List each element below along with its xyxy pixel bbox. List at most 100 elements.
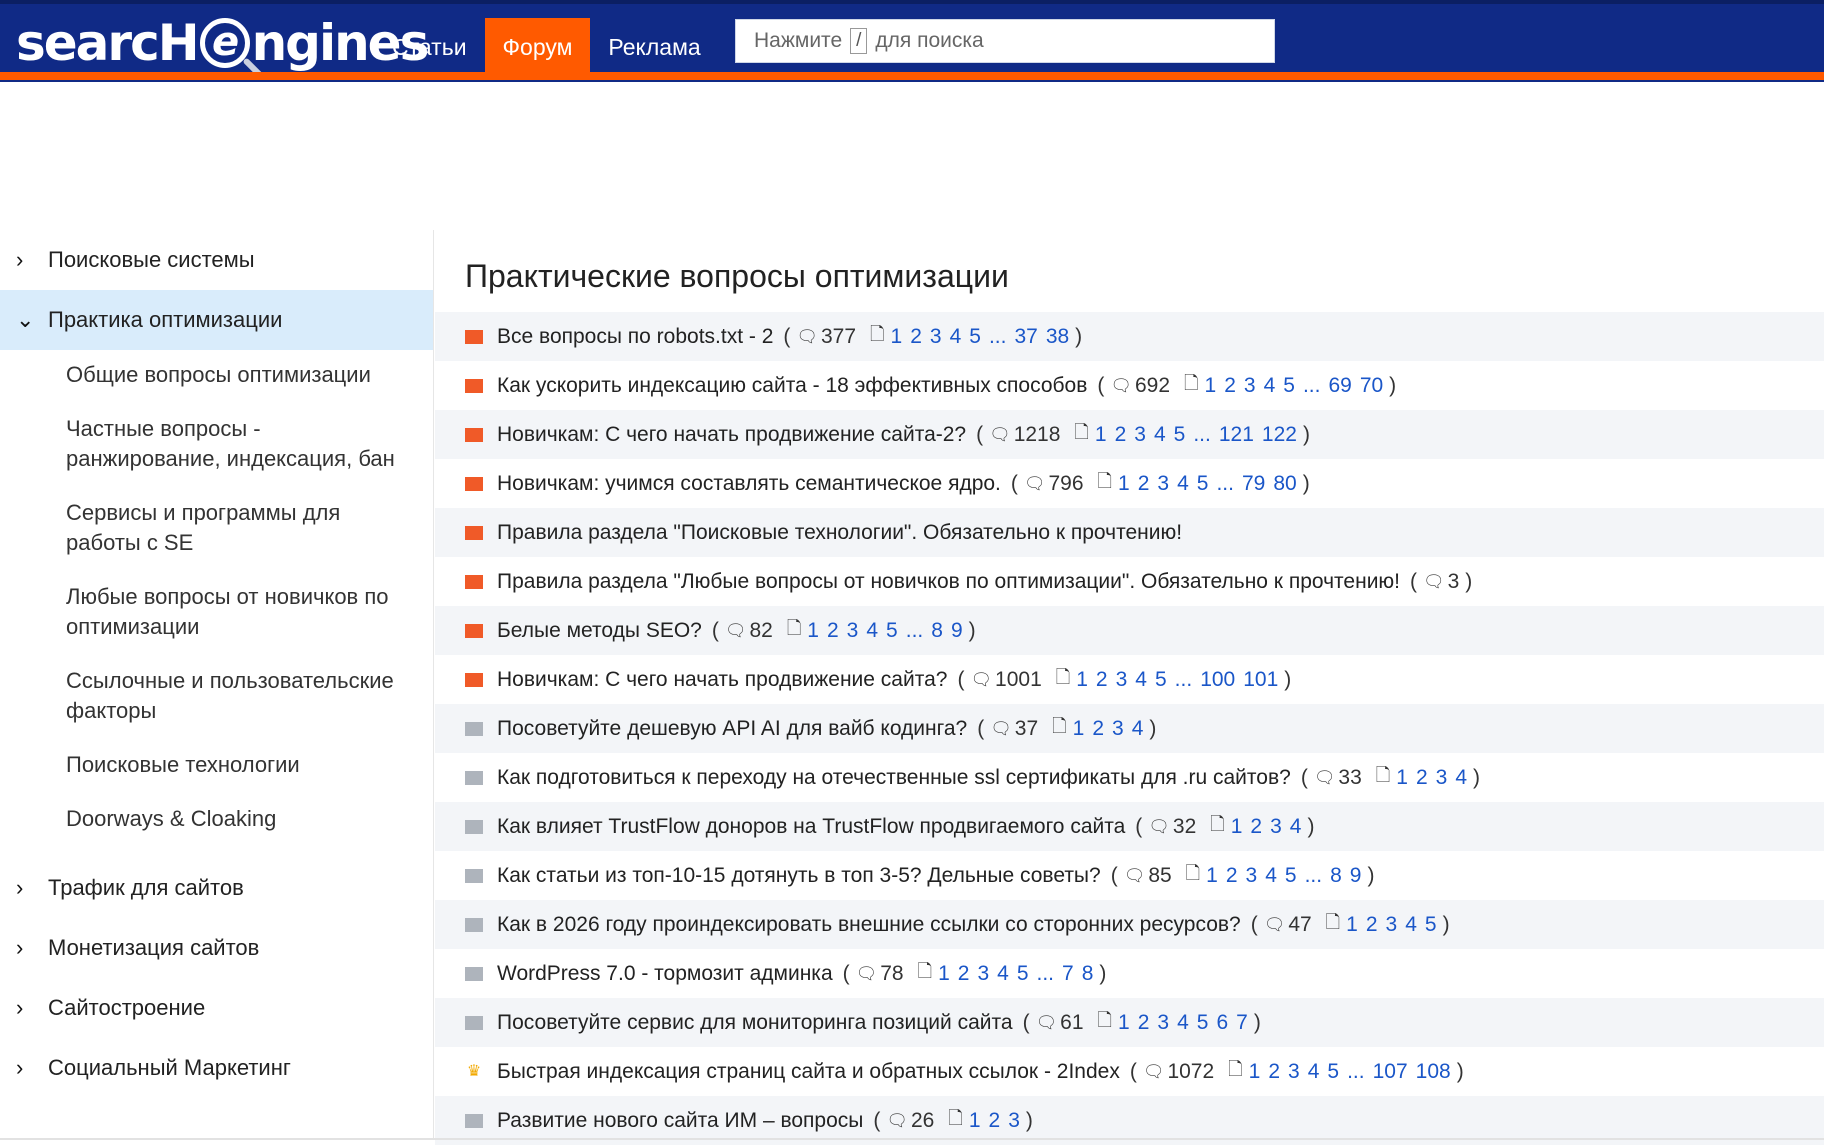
search-input[interactable]: Нажмите / для поиска bbox=[735, 19, 1275, 63]
page-link[interactable]: 1 bbox=[1346, 913, 1358, 937]
topic-row[interactable]: Посоветуйте дешевую API AI для вайб коди… bbox=[435, 704, 1824, 753]
page-link[interactable]: 6 bbox=[1216, 1011, 1228, 1035]
nav-forum[interactable]: Форум bbox=[484, 18, 591, 76]
page-link[interactable]: 4 bbox=[1177, 1011, 1189, 1035]
topic-title-link[interactable]: Быстрая индексация страниц сайта и обрат… bbox=[497, 1060, 1120, 1084]
page-link[interactable]: 4 bbox=[997, 962, 1009, 986]
sidebar-subitem[interactable]: Общие вопросы оптимизации bbox=[0, 360, 433, 390]
nav-articles[interactable]: Статьи bbox=[374, 18, 485, 76]
page-link[interactable]: 3 bbox=[1008, 1109, 1020, 1133]
topic-row[interactable]: Новичкам: учимся составлять семантическо… bbox=[435, 459, 1824, 508]
page-link[interactable]: 5 bbox=[969, 325, 981, 349]
page-link[interactable]: 3 bbox=[1288, 1060, 1300, 1084]
page-link[interactable]: 79 bbox=[1242, 472, 1265, 496]
page-link[interactable]: 3 bbox=[1244, 374, 1256, 398]
page-link[interactable]: 2 bbox=[1224, 374, 1236, 398]
page-link[interactable]: 4 bbox=[1405, 913, 1417, 937]
page-link[interactable]: 3 bbox=[1386, 913, 1398, 937]
sidebar-section-seo-practice[interactable]: ⌄ Практика оптимизации bbox=[0, 290, 433, 350]
sidebar-section-site-building[interactable]: › Сайтостроение bbox=[0, 978, 433, 1038]
sidebar-section-traffic[interactable]: › Трафик для сайтов bbox=[0, 858, 433, 918]
page-link[interactable]: 2 bbox=[1092, 717, 1104, 741]
page-link[interactable]: 2 bbox=[958, 962, 970, 986]
page-link[interactable]: 4 bbox=[1264, 374, 1276, 398]
page-link[interactable]: 5 bbox=[1197, 1011, 1209, 1035]
page-link[interactable]: 1 bbox=[1073, 717, 1085, 741]
page-link[interactable]: 5 bbox=[1174, 423, 1186, 447]
page-link[interactable]: 3 bbox=[1134, 423, 1146, 447]
page-link[interactable]: 1 bbox=[1205, 374, 1217, 398]
page-link[interactable]: 8 bbox=[1330, 864, 1342, 888]
sidebar-subitem[interactable]: Ссылочные и пользовательские факторы bbox=[0, 666, 433, 726]
page-link[interactable]: 2 bbox=[910, 325, 922, 349]
page-link[interactable]: 4 bbox=[1135, 668, 1147, 692]
topic-title-link[interactable]: Все вопросы по robots.txt - 2 bbox=[497, 325, 773, 349]
topic-title-link[interactable]: Белые методы SEO? bbox=[497, 619, 702, 643]
page-link[interactable]: 3 bbox=[1246, 864, 1258, 888]
page-link[interactable]: 1 bbox=[807, 619, 819, 643]
page-link[interactable]: 1 bbox=[1095, 423, 1107, 447]
page-link[interactable]: 2 bbox=[1138, 472, 1150, 496]
site-logo[interactable]: searcH e ngines bbox=[16, 10, 429, 76]
sidebar-section-social-marketing[interactable]: › Социальный Маркетинг bbox=[0, 1038, 433, 1098]
page-link[interactable]: 2 bbox=[1115, 423, 1127, 447]
page-link[interactable]: 2 bbox=[1416, 766, 1428, 790]
topic-row[interactable]: Посоветуйте сервис для мониторинга позиц… bbox=[435, 998, 1824, 1047]
topic-row[interactable]: Все вопросы по robots.txt - 2 (🗨 377 🗋 1 2 3 4 5… bbox=[435, 312, 1824, 361]
page-link[interactable]: 5 bbox=[1197, 472, 1209, 496]
page-link[interactable]: 1 bbox=[891, 325, 903, 349]
sidebar-section-search-engines[interactable]: › Поисковые системы bbox=[0, 230, 433, 290]
topic-title-link[interactable]: Как подготовиться к переходу на отечеств… bbox=[497, 766, 1291, 790]
topic-row[interactable]: Новичкам: С чего начать продвижение сайт… bbox=[435, 655, 1824, 704]
page-link[interactable]: 3 bbox=[1157, 472, 1169, 496]
topic-row[interactable]: Белые методы SEO? (🗨 82 🗋 1 2 3 4 5... 8 9) bbox=[435, 606, 1824, 655]
sidebar-subitem[interactable]: Поисковые технологии bbox=[0, 750, 433, 780]
page-link[interactable]: 2 bbox=[1250, 815, 1262, 839]
topic-title-link[interactable]: Правила раздела "Поисковые технологии". … bbox=[497, 521, 1182, 545]
page-link[interactable]: 4 bbox=[1132, 717, 1144, 741]
topic-title-link[interactable]: Как ускорить индексацию сайта - 18 эффек… bbox=[497, 374, 1087, 398]
page-link[interactable]: 3 bbox=[847, 619, 859, 643]
sidebar-subitem[interactable]: Doorways & Cloaking bbox=[0, 804, 433, 834]
page-link[interactable]: 5 bbox=[1285, 864, 1297, 888]
topic-title-link[interactable]: Правила раздела "Любые вопросы от новичк… bbox=[497, 570, 1400, 594]
topic-row[interactable]: Как статьи из топ-10-15 дотянуть в топ 3… bbox=[435, 851, 1824, 900]
topic-row[interactable]: Как в 2026 году проиндексировать внешние… bbox=[435, 900, 1824, 949]
page-link[interactable]: 5 bbox=[1155, 668, 1167, 692]
page-link[interactable]: 2 bbox=[1268, 1060, 1280, 1084]
page-link[interactable]: 1 bbox=[1118, 1011, 1130, 1035]
page-link[interactable]: 4 bbox=[866, 619, 878, 643]
page-link[interactable]: 38 bbox=[1046, 325, 1069, 349]
page-link[interactable]: 2 bbox=[1096, 668, 1108, 692]
topic-title-link[interactable]: Как статьи из топ-10-15 дотянуть в топ 3… bbox=[497, 864, 1101, 888]
nav-advertising[interactable]: Реклама bbox=[590, 18, 718, 76]
sidebar-section-monetization[interactable]: › Монетизация сайтов bbox=[0, 918, 433, 978]
page-link[interactable]: 4 bbox=[1308, 1060, 1320, 1084]
page-link[interactable]: 8 bbox=[931, 619, 943, 643]
page-link[interactable]: 121 bbox=[1219, 423, 1254, 447]
topic-row[interactable]: Новичкам: С чего начать продвижение сайт… bbox=[435, 410, 1824, 459]
page-link[interactable]: 1 bbox=[1249, 1060, 1261, 1084]
sidebar-subitem[interactable]: Сервисы и программы для работы с SE bbox=[0, 498, 433, 558]
page-link[interactable]: 4 bbox=[1290, 815, 1302, 839]
page-link[interactable]: 108 bbox=[1416, 1060, 1451, 1084]
page-link[interactable]: 7 bbox=[1062, 962, 1074, 986]
page-link[interactable]: 70 bbox=[1360, 374, 1383, 398]
page-link[interactable]: 5 bbox=[1283, 374, 1295, 398]
topic-title-link[interactable]: Новичкам: С чего начать продвижение сайт… bbox=[497, 423, 966, 447]
page-link[interactable]: 2 bbox=[989, 1109, 1001, 1133]
topic-row[interactable]: Как влияет TrustFlow доноров на TrustFlo… bbox=[435, 802, 1824, 851]
topic-title-link[interactable]: Развитие нового сайта ИМ – вопросы bbox=[497, 1109, 863, 1133]
page-link[interactable]: 1 bbox=[1206, 864, 1218, 888]
page-link[interactable]: 9 bbox=[951, 619, 963, 643]
page-link[interactable]: 80 bbox=[1273, 472, 1296, 496]
topic-row[interactable]: Правила раздела "Любые вопросы от новичк… bbox=[435, 557, 1824, 606]
page-link[interactable]: 2 bbox=[1226, 864, 1238, 888]
page-link[interactable]: 3 bbox=[1157, 1011, 1169, 1035]
page-link[interactable]: 37 bbox=[1014, 325, 1037, 349]
page-link[interactable]: 3 bbox=[1116, 668, 1128, 692]
page-link[interactable]: 4 bbox=[950, 325, 962, 349]
page-link[interactable]: 3 bbox=[977, 962, 989, 986]
page-link[interactable]: 2 bbox=[1366, 913, 1378, 937]
topic-row[interactable]: Правила раздела "Поисковые технологии". … bbox=[435, 508, 1824, 557]
